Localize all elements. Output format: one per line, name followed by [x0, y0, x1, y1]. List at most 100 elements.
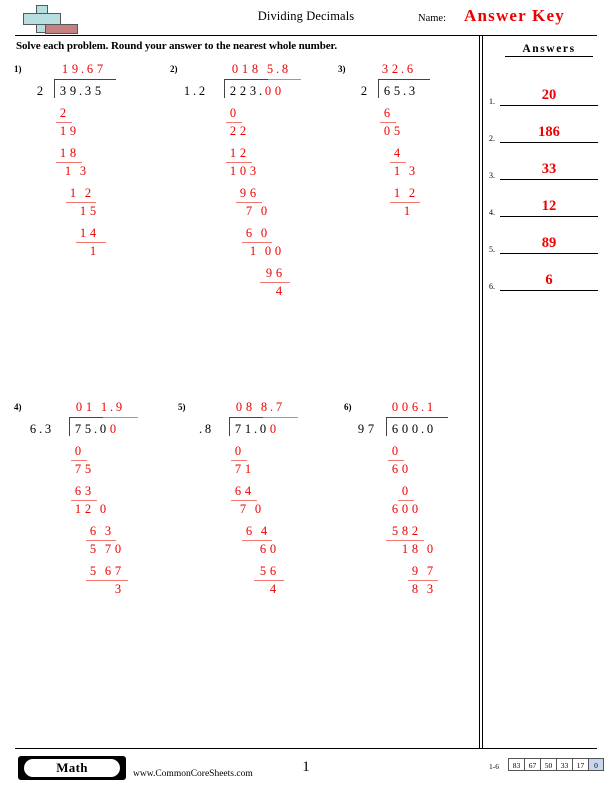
answer-row: 2. 186	[488, 107, 606, 143]
work-rule	[386, 540, 424, 541]
division-bar-5	[229, 417, 263, 418]
work-step: 103	[229, 164, 257, 178]
work-step: 22	[229, 124, 247, 138]
work-step: 4	[275, 284, 283, 298]
work-step: 14	[79, 226, 97, 240]
division-bar-2-ext	[268, 79, 301, 80]
work-step: 96	[265, 266, 283, 280]
work-step: 05	[383, 124, 401, 138]
work-step: 15	[79, 204, 97, 218]
header-divider-rule	[15, 35, 597, 36]
work-step: 6 4	[245, 524, 268, 538]
work-rule	[236, 202, 262, 203]
answer-blank-line	[500, 253, 598, 254]
work-rule	[254, 580, 284, 581]
work-rule	[408, 580, 438, 581]
score-cell: 67	[524, 758, 540, 771]
work-step: 1	[89, 244, 97, 258]
work-rule	[388, 460, 404, 461]
work-rule	[380, 122, 396, 123]
answer-key-stamp: Answer Key	[464, 6, 565, 25]
work-step: 18	[59, 146, 77, 160]
work-step: 5 67	[89, 564, 122, 578]
answer-blank-line	[500, 290, 598, 291]
problem-1: 1) 19.67 2 39.35 2 19 18 1 3 1 2 15 14 1	[14, 62, 164, 279]
work-rule	[242, 242, 272, 243]
divisor-4: 6.3	[29, 422, 52, 436]
answer-value: 89	[541, 235, 557, 251]
divisor-6: 97	[357, 422, 375, 436]
work-step: 9 7	[411, 564, 434, 578]
dividend-5: 71.00	[234, 422, 277, 436]
answer-row: 6. 6	[488, 255, 606, 291]
work-step: 12 0	[74, 502, 107, 516]
work-step: 64	[234, 484, 252, 498]
score-cell: 83	[508, 758, 524, 771]
answers-heading: Answers	[505, 43, 593, 57]
problem-4: 4) 01 1.9 6.3 75.00 0 75 63 12 0 6 3 5 7…	[14, 400, 174, 622]
division-bracket-3	[378, 79, 379, 98]
work-rule	[226, 122, 242, 123]
answer-number: 2.	[489, 134, 495, 143]
work-step: 6 3	[89, 524, 112, 538]
work-rule	[86, 540, 116, 541]
work-rule	[56, 122, 72, 123]
work-step: 12	[229, 146, 247, 160]
work-step: 4	[269, 582, 277, 596]
divisor-3: 2	[360, 84, 368, 98]
answer-row: 3. 33	[488, 144, 606, 180]
work-step: 0	[234, 444, 242, 458]
dividend-1: 39.35	[59, 84, 102, 98]
work-step: 8 3	[411, 582, 434, 596]
work-step: 60	[259, 542, 277, 556]
answer-value: 186	[538, 124, 560, 140]
answer-row: 5. 89	[488, 218, 606, 254]
score-cell: 50	[540, 758, 556, 771]
dividend-6: 600.0	[391, 422, 434, 436]
score-scale: 83 67 50 33 17 0	[508, 758, 604, 771]
work-step: 56	[259, 564, 277, 578]
divisor-1: 2	[36, 84, 44, 98]
work-step: 1 3	[393, 164, 416, 178]
work-step: 96	[239, 186, 257, 200]
quotient-1: 19.67	[61, 62, 104, 76]
dividend-4: 75.00	[74, 422, 117, 436]
work-rule	[226, 162, 252, 163]
work-rule	[56, 162, 82, 163]
work-step: 582	[391, 524, 419, 538]
score-cell: 33	[556, 758, 572, 771]
division-bracket-4	[69, 417, 70, 436]
work-rule	[242, 540, 272, 541]
work-step: 6	[383, 106, 391, 120]
division-bar-3	[378, 79, 430, 80]
answer-number: 5.	[489, 245, 495, 254]
work-step: 1 2	[393, 186, 416, 200]
work-step: 2	[59, 106, 67, 120]
page-footer: Math www.CommonCoreSheets.com 1 1-6 83 6…	[0, 748, 612, 792]
work-rule	[66, 202, 96, 203]
problem-number: 1)	[14, 64, 22, 74]
answer-value: 20	[541, 87, 557, 103]
division-bracket-1	[54, 79, 55, 98]
division-bar-1	[54, 79, 116, 80]
work-rule	[76, 242, 106, 243]
answer-number: 6.	[489, 282, 495, 291]
problem-6: 6) 006.1 97 600.0 0 60 0 600 582 18 0 9 …	[344, 400, 509, 622]
answer-number: 3.	[489, 171, 495, 180]
dividend-2: 223.00	[229, 84, 282, 98]
work-step: 6 0	[245, 226, 268, 240]
problem-number: 4)	[14, 402, 22, 412]
problem-number: 5)	[178, 402, 186, 412]
answer-blank-line	[500, 216, 598, 217]
work-rule	[71, 460, 87, 461]
work-rule	[231, 500, 257, 501]
problem-5: 5) 08 8.7 .8 71.00 0 71 64 7 0 6 4 60 56…	[178, 400, 338, 622]
division-bracket-6	[386, 417, 387, 436]
division-bar-5-ext	[263, 417, 298, 418]
work-step: 5 70	[89, 542, 122, 556]
work-step: 19	[59, 124, 77, 138]
answer-value: 12	[541, 198, 557, 214]
name-label: Name:	[418, 13, 446, 24]
answer-blank-line	[500, 142, 598, 143]
work-rule	[231, 460, 247, 461]
